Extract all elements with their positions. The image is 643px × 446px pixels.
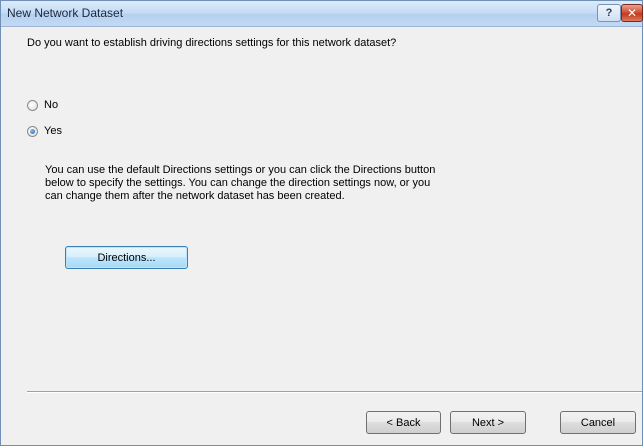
dialog-body (2, 27, 641, 444)
radio-button-no[interactable] (27, 99, 38, 111)
description-line: below to specify the settings. You can c… (45, 177, 431, 189)
radio-option-yes[interactable]: Yes (27, 125, 62, 137)
window-title: New Network Dataset (7, 6, 124, 20)
back-button[interactable]: < Back (366, 411, 441, 434)
radio-option-no[interactable]: No (27, 99, 58, 111)
radio-label-no[interactable]: No (44, 99, 58, 111)
description-line: You can use the default Directions setti… (45, 164, 436, 176)
footer-separator (27, 391, 642, 393)
title-bar[interactable]: New Network Dataset ? ✕ (1, 1, 643, 27)
help-button[interactable]: ? (597, 4, 621, 22)
radio-button-yes[interactable] (27, 125, 38, 137)
description-line: can change them after the network datase… (45, 190, 345, 202)
question-text: Do you want to establish driving directi… (27, 37, 397, 49)
dialog-window: New Network Dataset ? ✕ Do you want to e… (0, 0, 643, 446)
directions-description: You can use the default Directions setti… (45, 164, 545, 203)
cancel-button[interactable]: Cancel (560, 411, 636, 434)
close-button[interactable]: ✕ (621, 4, 643, 22)
radio-label-yes[interactable]: Yes (44, 125, 62, 137)
close-icon: ✕ (626, 6, 638, 20)
next-button[interactable]: Next > (450, 411, 526, 434)
help-icon: ? (605, 7, 613, 19)
directions-button[interactable]: Directions... (65, 246, 188, 269)
